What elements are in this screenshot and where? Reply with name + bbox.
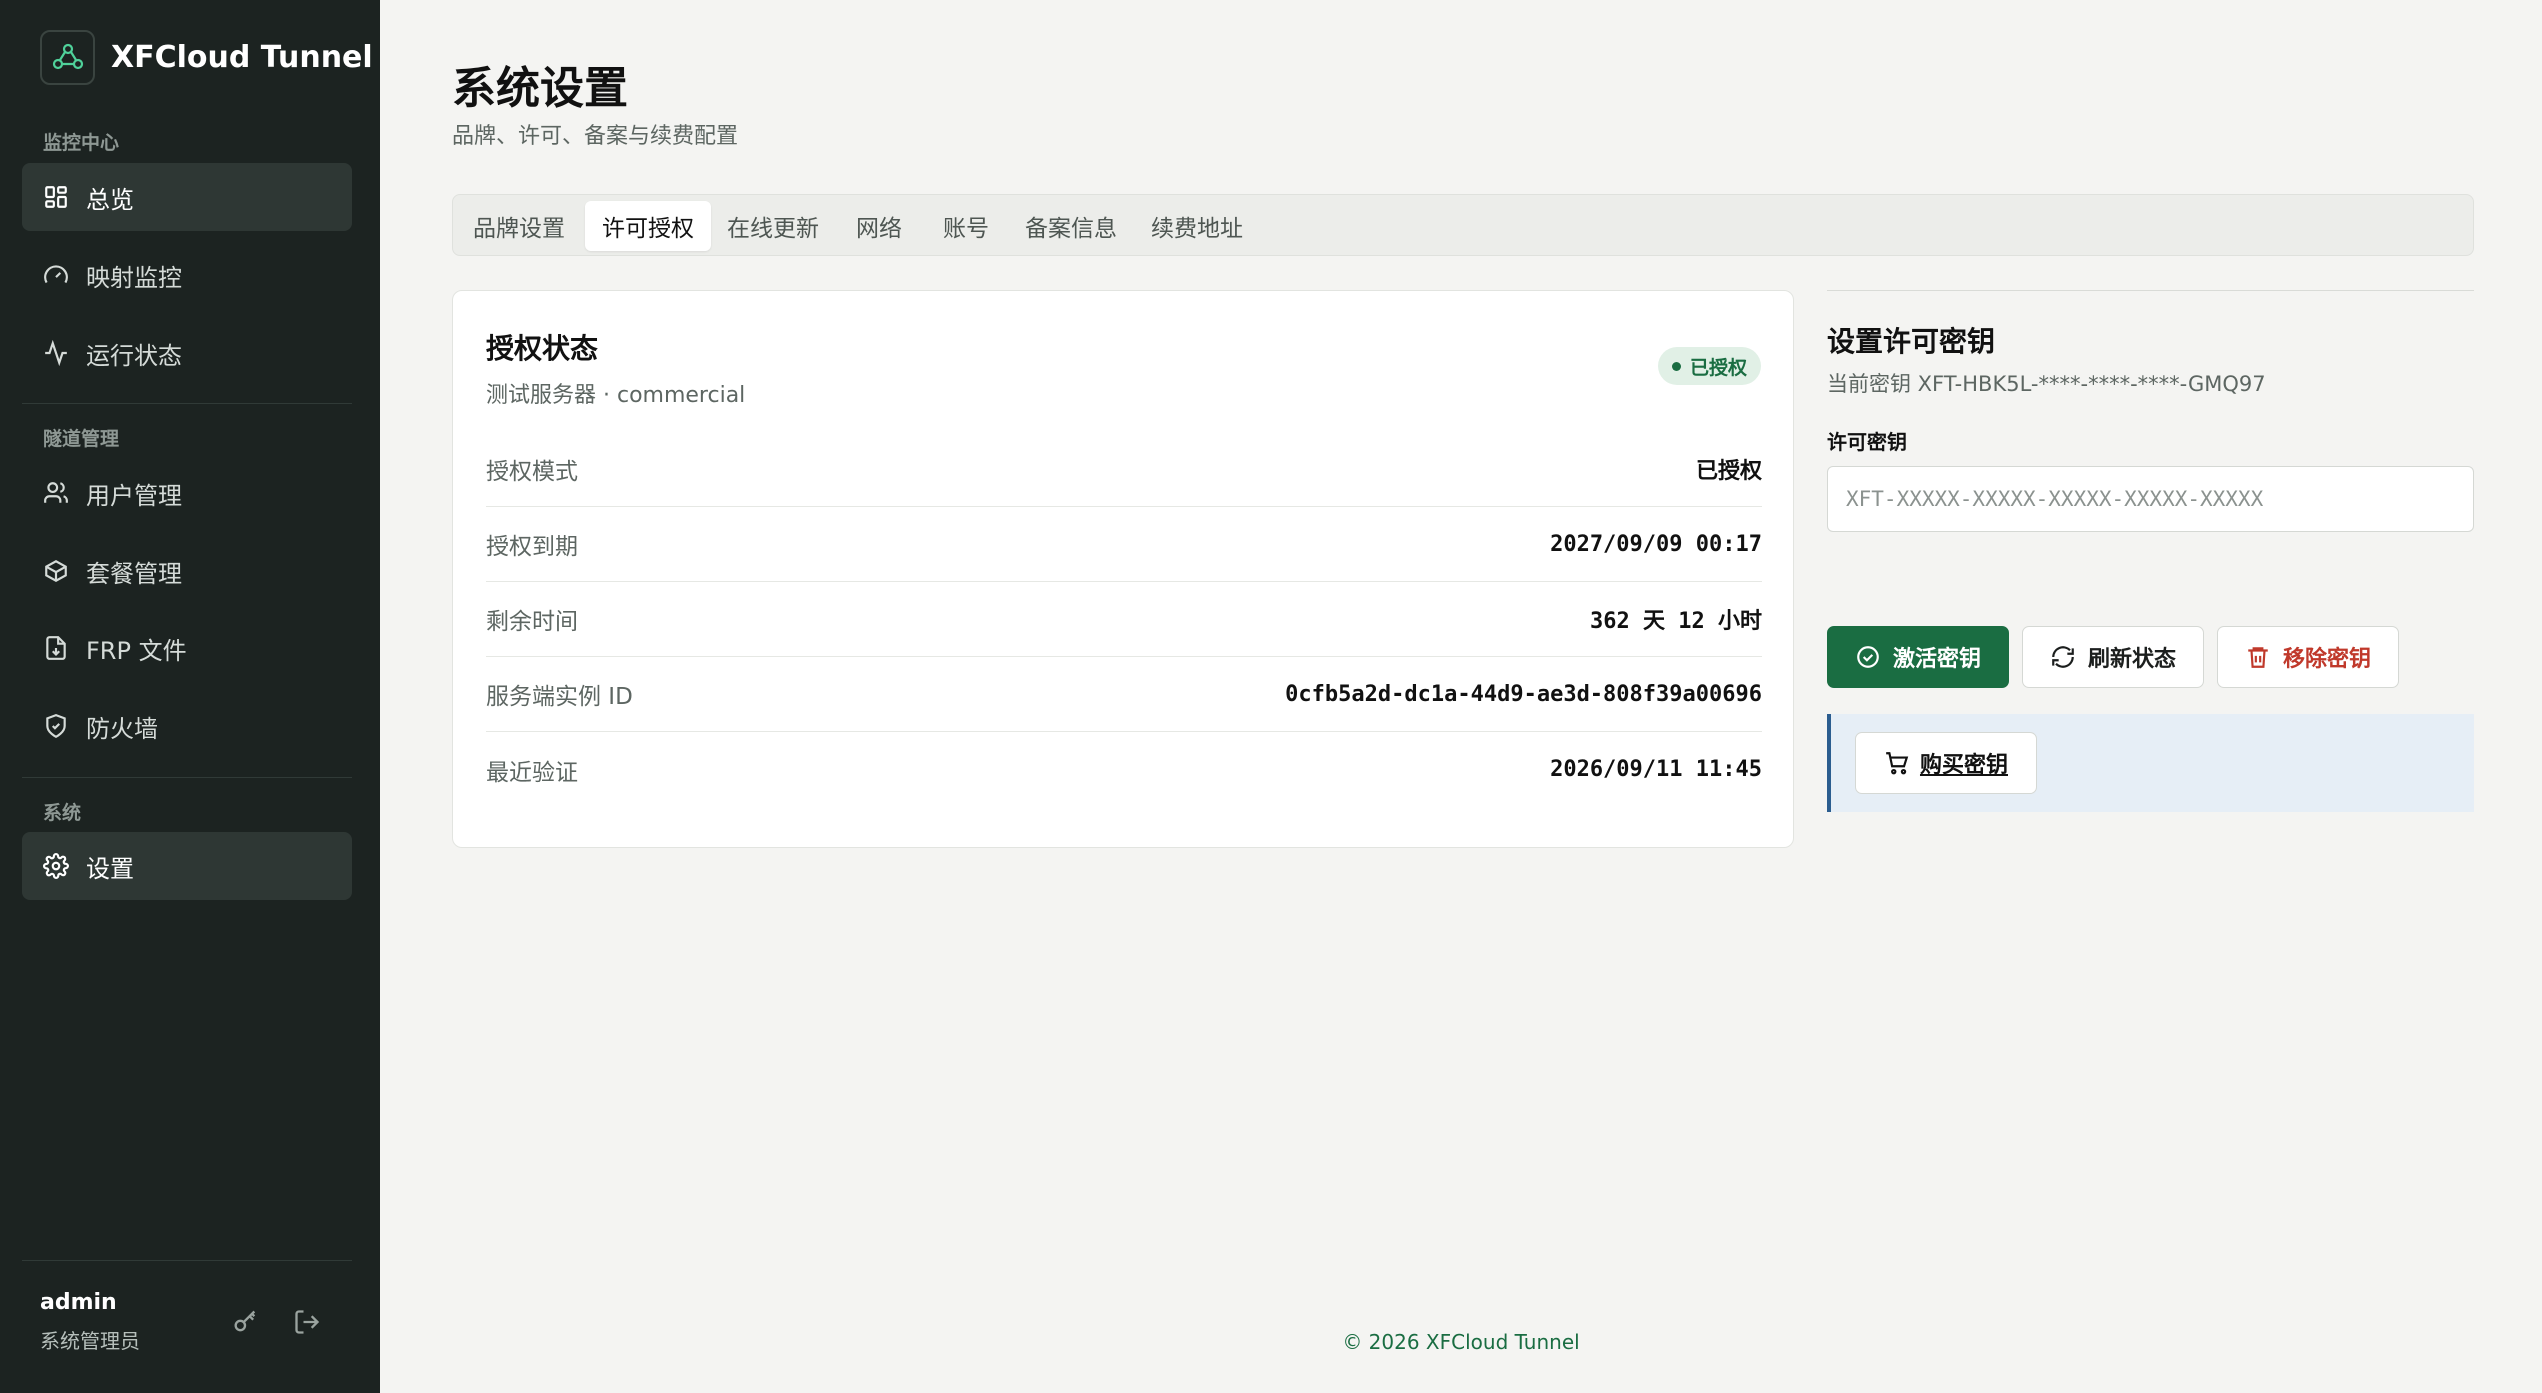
activate-key-label: 激活密钥: [1892, 647, 1981, 672]
sidebar-item-label: 映射监控: [86, 263, 182, 292]
refresh-icon: [2050, 644, 2076, 670]
status-badge: 已授权: [1657, 347, 1761, 385]
nav-divider: [22, 777, 352, 778]
nav-divider: [22, 1260, 352, 1261]
info-row-mode: 授权模式 已授权: [486, 432, 1762, 507]
info-value: 已授权: [1695, 459, 1762, 484]
gear-icon: [42, 852, 70, 880]
tab-online-update[interactable]: 在线更新: [717, 201, 829, 251]
buy-key-panel: 购买密钥: [1827, 714, 2474, 812]
sidebar-item-label: 设置: [86, 854, 134, 883]
current-key: 当前密钥 XFT-HBK5L-****-****-****-GMQ97: [1827, 372, 2266, 396]
info-value: 2027/09/09 00:17: [1550, 531, 1762, 557]
sidebar-item-packages[interactable]: 套餐管理: [22, 537, 352, 605]
users-icon: [42, 479, 70, 507]
tab-network[interactable]: 网络: [843, 201, 915, 251]
tab-icp-filing[interactable]: 备案信息: [1015, 201, 1127, 251]
remove-key-button[interactable]: 移除密钥: [2217, 626, 2399, 688]
tab-brand[interactable]: 品牌设置: [463, 201, 575, 251]
package-icon: [42, 557, 70, 585]
grid-icon: [42, 183, 70, 211]
info-value: 0cfb5a2d-dc1a-44d9-ae3d-808f39a00696: [1285, 681, 1762, 707]
tab-renewal-url[interactable]: 续费地址: [1141, 201, 1253, 251]
sidebar-item-label: FRP 文件: [86, 636, 187, 665]
logout-icon[interactable]: [290, 1305, 324, 1339]
license-key-label: 许可密钥: [1827, 430, 1907, 454]
brand[interactable]: XFCloud Tunnel: [40, 30, 373, 85]
user-info: admin 系统管理员: [40, 1290, 140, 1354]
card-subtitle: 测试服务器 · commercial: [486, 383, 746, 408]
sidebar-item-settings[interactable]: 设置: [22, 832, 352, 900]
user-name: admin: [40, 1290, 117, 1315]
status-dot-icon: [1671, 361, 1681, 371]
nav-divider: [22, 403, 352, 404]
sidebar-item-overview[interactable]: 总览: [22, 163, 352, 231]
activity-icon: [42, 339, 70, 367]
settings-tabs: 品牌设置 许可授权 在线更新 网络 账号 备案信息 续费地址: [452, 194, 2474, 256]
sidebar-item-firewall[interactable]: 防火墙: [22, 692, 352, 760]
sidebar-item-runtime-status[interactable]: 运行状态: [22, 319, 352, 387]
info-key: 授权到期: [486, 534, 578, 560]
info-row-expiry: 授权到期 2027/09/09 00:17: [486, 507, 1762, 582]
card-title: 授权状态: [486, 332, 599, 365]
refresh-status-label: 刷新状态: [2087, 647, 2176, 672]
activate-key-button[interactable]: 激活密钥: [1827, 626, 2009, 688]
info-key: 授权模式: [486, 459, 578, 485]
tab-license[interactable]: 许可授权: [585, 201, 711, 251]
buy-key-button[interactable]: 购买密钥: [1855, 732, 2037, 794]
info-key: 剩余时间: [486, 609, 578, 635]
footer-copyright: © 2026 XFCloud Tunnel: [1342, 1330, 1580, 1354]
refresh-status-button[interactable]: 刷新状态: [2022, 626, 2204, 688]
info-value: 362 天 12 小时: [1590, 609, 1762, 634]
info-row-instance-id: 服务端实例 ID 0cfb5a2d-dc1a-44d9-ae3d-808f39a…: [486, 657, 1762, 732]
key-icon[interactable]: [228, 1305, 262, 1339]
license-key-input[interactable]: [1827, 466, 2474, 532]
cart-icon: [1884, 750, 1910, 776]
sidebar-item-label: 防火墙: [86, 714, 158, 743]
panel-divider: [1827, 290, 2474, 291]
sidebar-item-label: 运行状态: [86, 341, 182, 370]
info-key: 最近验证: [486, 759, 578, 786]
panel-title: 设置许可密钥: [1827, 325, 1996, 358]
sidebar-item-mapping-monitor[interactable]: 映射监控: [22, 241, 352, 309]
nav-section-monitor: 监控中心: [43, 132, 120, 154]
info-row-last-verified: 最近验证 2026/09/11 11:45: [486, 732, 1762, 807]
file-download-icon: [42, 634, 70, 662]
status-badge-label: 已授权: [1689, 356, 1747, 379]
info-key: 服务端实例 ID: [486, 684, 633, 710]
trash-icon: [2245, 644, 2271, 670]
nav-section-tunnel: 隧道管理: [43, 428, 120, 450]
shield-icon: [42, 712, 70, 740]
app-name: XFCloud Tunnel: [111, 40, 373, 75]
sidebar: XFCloud Tunnel 监控中心 总览 映射监控 运行状态 隧道管理 用户…: [0, 0, 380, 1393]
check-circle-icon: [1855, 644, 1881, 670]
nav-section-system: 系统: [43, 802, 82, 824]
sidebar-item-label: 用户管理: [86, 481, 182, 510]
info-value: 2026/09/11 11:45: [1550, 757, 1762, 782]
sidebar-item-label: 套餐管理: [86, 559, 182, 588]
info-row-remaining: 剩余时间 362 天 12 小时: [486, 582, 1762, 657]
remove-key-label: 移除密钥: [2282, 647, 2371, 672]
license-status-card: 授权状态 测试服务器 · commercial 已授权 授权模式 已授权 授权到…: [452, 290, 1794, 848]
user-role: 系统管理员: [40, 1329, 140, 1353]
sidebar-item-frp-files[interactable]: FRP 文件: [22, 614, 352, 682]
page-title: 系统设置: [452, 63, 628, 114]
tab-account[interactable]: 账号: [931, 201, 1001, 251]
gauge-icon: [42, 261, 70, 289]
buy-key-label: 购买密钥: [1919, 753, 2008, 778]
sidebar-item-users[interactable]: 用户管理: [22, 459, 352, 527]
sidebar-item-label: 总览: [86, 185, 134, 214]
network-logo-icon: [40, 30, 95, 85]
page-subtitle: 品牌、许可、备案与续费配置: [452, 124, 739, 149]
